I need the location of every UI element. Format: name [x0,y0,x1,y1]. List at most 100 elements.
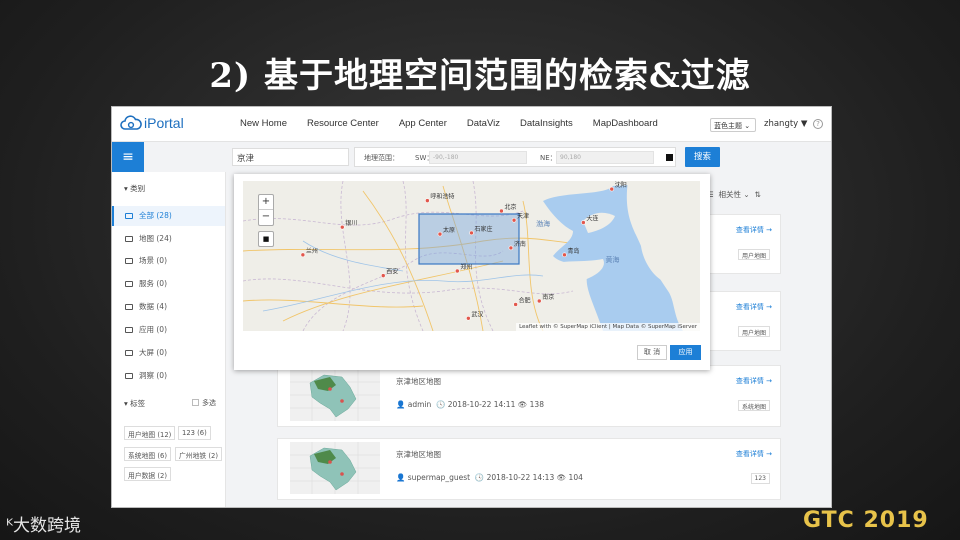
city-marker [469,230,474,236]
map-attribution: Leaflet with © SuperMap iClient | Map Da… [516,323,700,331]
sidebar-item-label: 数据 (4) [139,302,168,311]
card-title[interactable]: 京津地区地图 [396,376,441,387]
theme-select-value: 蓝色主题 [714,122,742,130]
card-views: 104 [568,473,583,482]
map-thumbnail[interactable] [290,442,380,494]
sort-bar[interactable]: ☰ 相关性 ⌄ ⇅ [707,189,761,200]
logo[interactable]: iPortal [120,115,184,131]
tags-header[interactable]: ▾ 标签 [124,398,145,409]
sw-input[interactable]: -90,-180 [429,151,527,164]
card-author: admin [407,400,432,409]
sidebar-item-label: 洞察 (0) [139,371,168,380]
multi-select-toggle[interactable]: 多选 [192,398,216,408]
cancel-button[interactable]: 取 消 [637,345,667,360]
view-details-link[interactable]: 查看详情 → [736,225,772,235]
user-icon: 👤 [396,473,406,482]
draw-rectangle-icon[interactable]: ■ [258,231,274,247]
map-view[interactable]: 呼和浩特 北京 天津 石家庄 太原 济南 郑州 西安 银川 兰州 南京 合肥 武汉 沈阳 大连 青岛 渤海 黄海… [243,181,700,331]
tag-user-data[interactable]: 用户数据 (2) [124,467,171,481]
sidebar-item-scene[interactable]: 场景 (0) [112,251,225,271]
view-details-link[interactable]: 查看详情 → [736,376,772,386]
map-thumbnail-image [290,442,380,494]
sidebar-item-label: 应用 (0) [139,325,168,334]
city-marker [437,231,443,237]
city-marker [499,208,504,214]
folder-icon [125,213,133,219]
sidebar-item-app[interactable]: 应用 (0) [112,320,225,340]
city-label: 合肥 [519,296,531,304]
nav-datainsights[interactable]: DataInsights [520,118,573,129]
card-date: 2018-10-22 14:11 [447,400,516,409]
city-label: 南京 [542,293,554,301]
city-label: 大连 [586,215,598,223]
tag-system-map[interactable]: 系统地图 (6) [124,447,171,461]
search-input[interactable]: 京津 [232,148,349,166]
chevron-down-icon: ⌄ [743,190,750,199]
tag-123[interactable]: 123 (6) [178,426,211,440]
card-meta: 👤 supermap_guest 🕓 2018-10-22 14:13 👁 10… [396,473,583,482]
zoom-in-button[interactable]: + [259,195,273,210]
chevron-down-icon: ⌄ [744,122,751,130]
tags-header-label: 标签 [130,399,146,408]
nav-new-home[interactable]: New Home [240,118,287,129]
view-details-link[interactable]: 查看详情 → [736,449,772,459]
category-header[interactable]: ▾ 类别 [124,183,145,194]
view-details-link[interactable]: 查看详情 → [736,302,772,312]
result-card[interactable]: 京津地区地图 👤 admin 🕓 2018-10-22 14:11 👁 138 … [277,365,781,427]
card-tag[interactable]: 用户地图 [737,249,770,260]
sidebar-item-map[interactable]: 地图 (24) [112,229,225,249]
nav-resource-center[interactable]: Resource Center [307,118,379,129]
card-tag[interactable]: 系统地图 [737,400,770,411]
nav-dataviz[interactable]: DataViz [467,118,500,129]
help-icon[interactable]: ? [813,119,823,129]
sidebar-item-insight[interactable]: 洞察 (0) [112,366,225,386]
hamburger-icon: ≡ [122,149,134,165]
folder-icon [125,258,133,264]
slide-title: 2) 基于地理空间范围的检索&过滤 [209,56,751,96]
eye-icon: 👁 [556,473,567,482]
zoom-out-button[interactable]: − [259,210,273,225]
sidebar-item-label: 地图 (24) [139,234,172,243]
result-card[interactable]: 京津地区地图 👤 supermap_guest 🕓 2018-10-22 14:… [277,438,781,500]
city-label: 沈阳 [615,181,627,189]
basemap[interactable]: 呼和浩特北京天津石家庄 太原济南郑州西安 银川兰州南京 合肥武汉 沈阳大连青岛 渤海黄海 [243,181,700,331]
zoom-control: + − [258,194,274,226]
sidebar-item-all[interactable]: 全部 (28) [112,206,225,226]
city-label: 青岛 [567,247,579,255]
sidebar-item-label: 大屏 (0) [139,348,168,357]
sidebar-item-data[interactable]: 数据 (4) [112,297,225,317]
tag-guangzhou-metro[interactable]: 广州地铁 (2) [175,447,222,461]
sidebar-item-service[interactable]: 服务 (0) [112,274,225,294]
city-label: 天津 [517,213,529,220]
theme-select[interactable]: 蓝色主题 ⌄ [710,118,756,132]
card-title[interactable]: 京津地区地图 [396,449,441,460]
city-marker [511,217,517,223]
sidebar-item-dashboard[interactable]: 大屏 (0) [112,343,225,363]
card-meta: 👤 admin 🕓 2018-10-22 14:11 👁 138 [396,400,544,409]
caret-down-icon: ▾ [124,399,128,408]
city-label: 武汉 [471,310,483,318]
logo-text: iPortal [144,115,184,131]
city-label: 呼和浩特 [430,193,454,201]
city-marker [536,298,542,304]
menu-toggle-button[interactable]: ≡ [112,142,144,172]
tag-user-map[interactable]: 用户地图 (12) [124,426,176,440]
draw-range-icon[interactable] [666,154,673,161]
apply-button[interactable]: 应用 [670,345,701,360]
city-marker [513,302,518,307]
ne-input[interactable]: 90,180 [556,151,654,164]
caret-down-icon: ▾ [124,184,128,193]
card-date: 2018-10-22 14:13 [486,473,555,482]
folder-icon [125,304,133,310]
iportal-screenshot: iPortal New Home Resource Center App Cen… [111,106,832,508]
nav-mapdashboard[interactable]: MapDashboard [593,118,658,129]
card-tag[interactable]: 用户地图 [737,326,770,337]
map-thumbnail[interactable] [290,369,380,421]
watermark-left-text: 大数跨境 [13,516,82,536]
ne-label: NE： [540,154,557,162]
sidebar-item-label: 场景 (0) [139,256,168,265]
user-menu[interactable]: zhangty ▼ [764,119,807,129]
search-button[interactable]: 搜索 [685,147,720,167]
nav-app-center[interactable]: App Center [399,118,447,129]
card-tag[interactable]: 123 [750,473,770,484]
